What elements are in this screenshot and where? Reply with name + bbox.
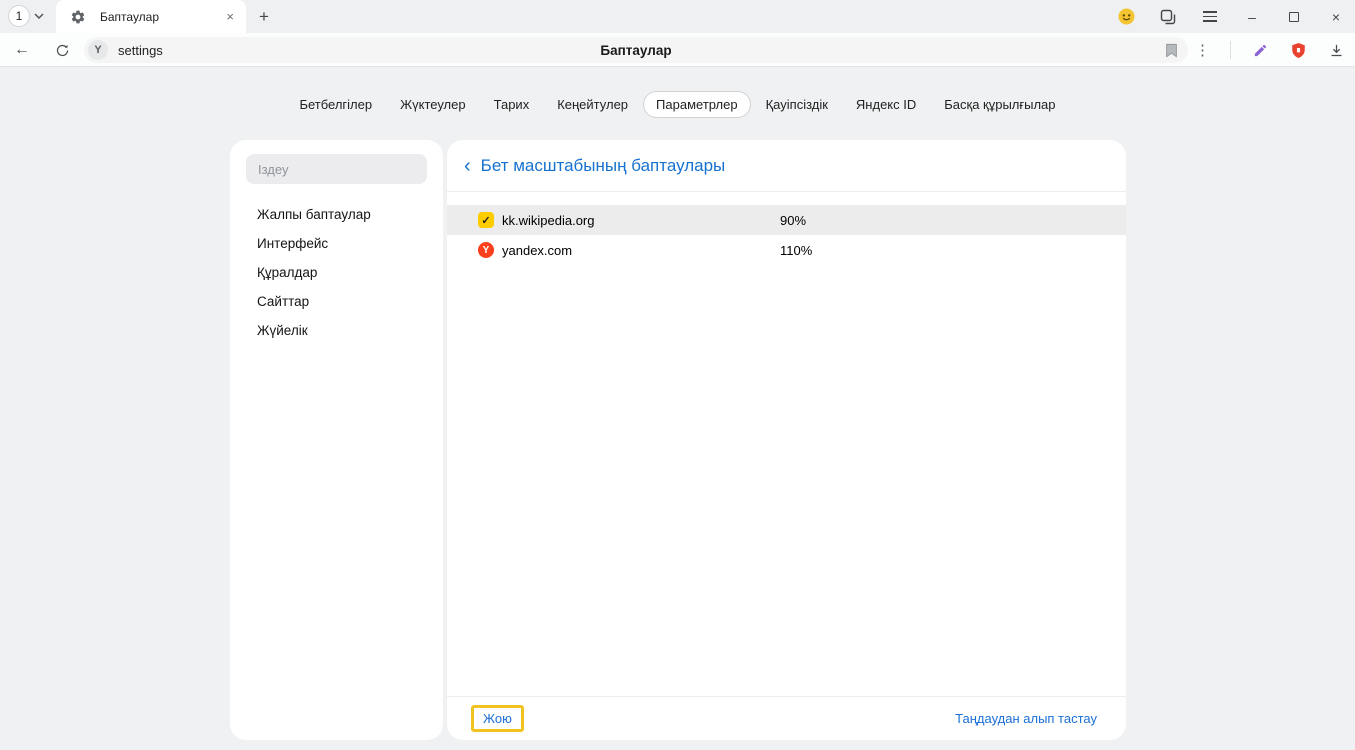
editor-pen-icon[interactable] (1251, 41, 1269, 59)
tab-title: Баптаулар (100, 10, 224, 24)
nav-tab-history[interactable]: Тарих (481, 91, 543, 118)
url-text[interactable]: settings (118, 43, 163, 58)
sidebar-item-interface[interactable]: Интерфейс (230, 229, 443, 258)
downloads-icon[interactable] (1327, 41, 1345, 59)
sidebar-item-system[interactable]: Жүйелік (230, 316, 443, 345)
new-tab-button[interactable]: + (252, 0, 276, 33)
deselect-all-link[interactable]: Таңдаудан алып тастау (955, 711, 1097, 726)
zoom-settings-panel: ‹ Бет масштабының баптаулары ✓ kk.wikipe… (447, 140, 1126, 740)
tab-group-control[interactable]: 1 (8, 5, 44, 27)
site-name: kk.wikipedia.org (502, 213, 780, 228)
sidebar-item-sites[interactable]: Сайттар (230, 287, 443, 316)
gear-icon (70, 8, 88, 26)
address-page-title: Баптаулар (600, 43, 671, 58)
protect-shield-icon[interactable] (1289, 41, 1307, 59)
window-maximize-button[interactable] (1285, 8, 1303, 26)
checkbox-checked-icon[interactable]: ✓ (478, 212, 494, 228)
zoom-value: 90% (780, 213, 806, 228)
address-bar-divider (1230, 41, 1231, 59)
bookmark-icon[interactable] (1165, 43, 1178, 58)
site-name: yandex.com (502, 243, 780, 258)
menu-hamburger-icon[interactable] (1201, 8, 1219, 26)
table-row[interactable]: ✓ kk.wikipedia.org 90% (447, 205, 1126, 235)
smiley-rewards-icon[interactable] (1117, 8, 1135, 26)
nav-tab-yandex-id[interactable]: Яндекс ID (843, 91, 929, 118)
tab-close-icon[interactable]: × (224, 9, 236, 24)
window-minimize-button[interactable]: – (1243, 8, 1261, 26)
table-row[interactable]: Y yandex.com 110% (447, 235, 1126, 265)
tab-count-badge[interactable]: 1 (8, 5, 30, 27)
nav-tab-settings[interactable]: Параметрлер (643, 91, 751, 118)
search-input[interactable] (246, 154, 427, 184)
reload-button[interactable] (48, 33, 76, 67)
nav-tab-extensions[interactable]: Кеңейтулер (544, 91, 641, 118)
zoom-value: 110% (780, 243, 812, 258)
tab-panel-icon[interactable] (1159, 8, 1177, 26)
sidebar-item-tools[interactable]: Құралдар (230, 258, 443, 287)
nav-tab-other-devices[interactable]: Басқа құрылғылар (931, 91, 1068, 118)
url-field[interactable]: Y settings Баптаулар (84, 37, 1188, 63)
back-chevron-icon[interactable]: ‹ (464, 156, 471, 176)
chevron-down-icon[interactable] (34, 13, 44, 19)
delete-button[interactable]: Жою (471, 705, 524, 732)
sidebar-list: Жалпы баптаулар Интерфейс Құралдар Сайтт… (230, 200, 443, 345)
address-bar: ← Y settings Баптаулар ⋮ (0, 33, 1355, 67)
back-button[interactable]: ← (8, 33, 36, 67)
sidebar-item-general[interactable]: Жалпы баптаулар (230, 200, 443, 229)
address-menu-dots-icon[interactable]: ⋮ (1195, 41, 1210, 59)
panel-footer: Жою Таңдаудан алып тастау (447, 696, 1126, 740)
browser-tab-bar: 1 Баптаулар × + – × (0, 0, 1355, 33)
settings-nav-tabs: Бетбелгілер Жүктеулер Тарих Кеңейтулер П… (0, 91, 1355, 118)
nav-tab-downloads[interactable]: Жүктеулер (387, 91, 479, 118)
settings-sidebar: Жалпы баптаулар Интерфейс Құралдар Сайтт… (230, 140, 443, 740)
page-title[interactable]: Бет масштабының баптаулары (481, 156, 726, 176)
site-badge-icon[interactable]: Y (88, 40, 108, 60)
window-close-button[interactable]: × (1327, 8, 1345, 26)
nav-tab-bookmarks[interactable]: Бетбелгілер (286, 91, 385, 118)
zoom-site-list: ✓ kk.wikipedia.org 90% Y yandex.com 110% (447, 192, 1126, 696)
yandex-favicon-icon[interactable]: Y (478, 242, 494, 258)
nav-tab-security[interactable]: Қауіпсіздік (753, 91, 841, 118)
panel-header: ‹ Бет масштабының баптаулары (447, 140, 1126, 192)
browser-tab-settings[interactable]: Баптаулар × (56, 0, 246, 33)
